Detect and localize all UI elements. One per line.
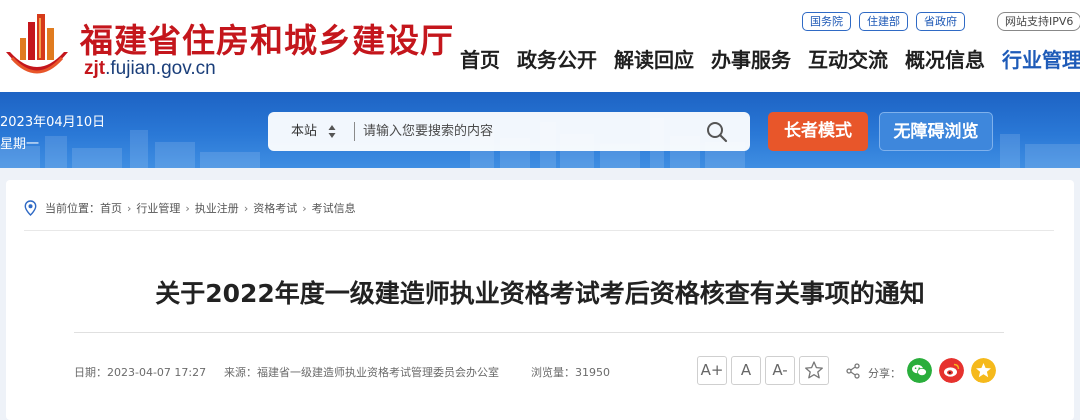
qzone-icon[interactable]	[971, 358, 996, 383]
views-label: 浏览量：	[531, 366, 575, 379]
nav-home[interactable]: 首页	[460, 46, 500, 74]
article-views: 浏览量：31950	[531, 364, 610, 380]
top-links: 国务院 住建部 省政府	[802, 12, 965, 31]
divider-line	[74, 332, 1004, 333]
star-icon	[805, 361, 823, 379]
weibo-icon[interactable]	[939, 358, 964, 383]
font-decrease-button[interactable]: A-	[765, 356, 795, 385]
nav-industry[interactable]: 行业管理	[1002, 46, 1080, 74]
link-provincial-gov[interactable]: 省政府	[916, 12, 965, 31]
breadcrumb-home[interactable]: 首页	[100, 200, 122, 216]
current-date: 2023年04月10日	[0, 115, 106, 130]
source-value: 福建省一级建造师执业资格考试管理委员会办公室	[257, 366, 499, 379]
ipv6-badge: 网站支持IPV6	[997, 12, 1080, 31]
chevron-right-icon: ›	[302, 201, 307, 215]
date-label: 日期：	[74, 366, 107, 379]
location-pin-icon	[24, 200, 37, 216]
accessible-browse-button[interactable]: 无障碍浏览	[879, 112, 993, 151]
source-label: 来源：	[224, 366, 257, 379]
search-bar: 本站	[268, 112, 750, 151]
sort-arrows-icon[interactable]	[328, 124, 336, 139]
logo-emblem-icon[interactable]	[4, 8, 70, 80]
nav-interpretation[interactable]: 解读回应	[614, 46, 694, 74]
site-name[interactable]: 福建省住房和城乡建设厅	[80, 14, 454, 62]
article-title: 关于2022年度一级建造师执业资格考试考后资格核查有关事项的通知	[155, 279, 925, 308]
elder-mode-button[interactable]: 长者模式	[768, 112, 868, 151]
breadcrumb-exam-info[interactable]: 考试信息	[312, 200, 356, 216]
share-icon	[846, 363, 860, 379]
article-card: 当前位置： 首页 › 行业管理 › 执业注册 › 资格考试 › 考试信息 关于2…	[6, 180, 1074, 420]
breadcrumb-exam[interactable]: 资格考试	[253, 200, 297, 216]
article-date: 日期：2023-04-07 17:27	[74, 364, 206, 380]
link-state-council[interactable]: 国务院	[802, 12, 851, 31]
site-domain: zjt.fujian.gov.cn	[84, 58, 216, 80]
breadcrumb: 当前位置： 首页 › 行业管理 › 执业注册 › 资格考试 › 考试信息	[24, 200, 356, 216]
font-normal-button[interactable]: A	[731, 356, 761, 385]
search-input[interactable]	[363, 112, 683, 151]
article-source: 来源：福建省一级建造师执业资格考试管理委员会办公室	[224, 364, 499, 380]
breadcrumb-registration[interactable]: 执业注册	[195, 200, 239, 216]
divider-line	[24, 230, 1054, 231]
font-increase-button[interactable]: A+	[697, 356, 727, 385]
link-mohurd[interactable]: 住建部	[859, 12, 908, 31]
search-scope-select[interactable]: 本站	[291, 112, 317, 151]
wechat-icon[interactable]	[907, 358, 932, 383]
domain-suffix: .fujian.gov.cn	[105, 58, 216, 79]
main-nav: 首页 政务公开 解读回应 办事服务 互动交流 概况信息 行业管理	[460, 46, 1080, 74]
site-header: 福建省住房和城乡建设厅 zjt.fujian.gov.cn 国务院 住建部 省政…	[0, 0, 1080, 92]
favorite-button[interactable]	[799, 356, 829, 385]
nav-gov-affairs[interactable]: 政务公开	[517, 46, 597, 74]
current-weekday: 星期一	[0, 137, 40, 152]
chevron-right-icon: ›	[243, 201, 249, 215]
chevron-right-icon: ›	[185, 201, 190, 215]
search-divider	[354, 122, 355, 141]
banner: 2023年04月10日 星期一 本站 长者模式 无障碍浏览	[0, 92, 1080, 168]
views-value: 31950	[575, 366, 610, 379]
nav-services[interactable]: 办事服务	[711, 46, 791, 74]
nav-interaction[interactable]: 互动交流	[808, 46, 888, 74]
search-icon[interactable]	[706, 121, 728, 143]
share-label: 分享：	[868, 367, 901, 380]
domain-prefix: zjt	[84, 58, 106, 79]
breadcrumb-industry[interactable]: 行业管理	[136, 200, 180, 216]
breadcrumb-label: 当前位置：	[45, 202, 100, 215]
date-value: 2023-04-07 17:27	[107, 366, 207, 379]
date-box: 2023年04月10日 星期一	[0, 112, 105, 156]
chevron-right-icon: ›	[127, 201, 132, 215]
nav-overview[interactable]: 概况信息	[905, 46, 985, 74]
